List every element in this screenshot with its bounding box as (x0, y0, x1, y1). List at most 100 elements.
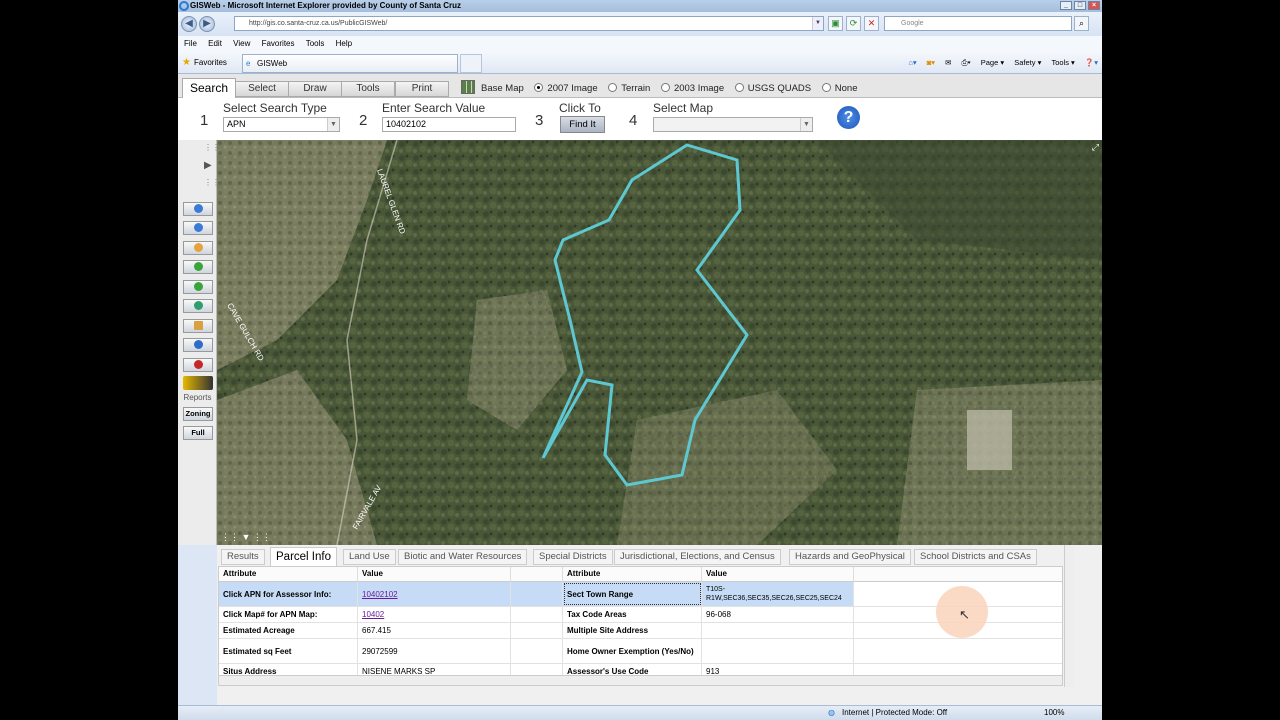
tab-school-districts[interactable]: School Districts and CSAs (914, 549, 1037, 565)
page-menu[interactable]: Page ▾ (981, 58, 1004, 67)
print-icon[interactable]: ⎙▾ (962, 58, 971, 67)
home-icon[interactable]: ⌂▾ (908, 58, 916, 67)
clear-button[interactable] (183, 358, 213, 372)
row-2-attribute-2: Tax Code Areas (563, 607, 702, 622)
arrow-right-icon (193, 282, 203, 291)
menu-file[interactable]: File (184, 39, 197, 48)
option-none: None (834, 83, 858, 94)
measure-button[interactable] (183, 319, 213, 333)
stop-icon[interactable]: ✕ (864, 16, 879, 31)
zoom-in-button[interactable] (183, 202, 213, 216)
full-extent-button[interactable] (183, 299, 213, 313)
close-icon[interactable]: × (1088, 1, 1100, 10)
info-panel: Results Parcel Info Land Use Biotic and … (217, 545, 1102, 705)
aerial-map[interactable]: LAUREL GLEN RD CAVE GULCH RD FAIRVALE AV (217, 140, 1102, 545)
mail-icon[interactable]: ✉ (945, 58, 951, 67)
search-type-select[interactable]: APN ▼ (223, 117, 340, 132)
compat-icon[interactable]: ▣ (828, 16, 843, 31)
vertical-scrollbar[interactable] (1064, 545, 1074, 687)
menu-favorites[interactable]: Favorites (262, 39, 295, 48)
menu-edit[interactable]: Edit (208, 39, 222, 48)
step-1-number: 1 (200, 112, 209, 129)
pan-right-icon[interactable]: ▶ (204, 160, 212, 171)
radio-none[interactable] (821, 83, 831, 92)
globe-icon (193, 301, 203, 310)
select-map-dropdown[interactable]: ▼ (653, 117, 813, 132)
step-1-label: Select Search Type (223, 101, 327, 115)
option-usgs-quads: USGS QUADS (747, 83, 812, 94)
search-panel: 1 Select Search Type APN ▼ 2 Enter Searc… (178, 98, 1102, 140)
hand-icon (193, 243, 203, 252)
apn-map-link[interactable]: 10402 (358, 607, 511, 622)
help-button[interactable]: ? (837, 106, 860, 129)
tab-results[interactable]: Results (221, 549, 265, 565)
radio-2007-image[interactable] (534, 83, 544, 92)
row-4-value-2 (702, 639, 854, 663)
tools-menu[interactable]: Tools ▾ (1051, 58, 1074, 67)
tab-draw[interactable]: Draw (288, 81, 342, 97)
new-tab-button[interactable] (460, 54, 482, 73)
tab-land-use[interactable]: Land Use (343, 549, 396, 565)
tab-jurisdictional[interactable]: Jurisdictional, Elections, and Census (614, 549, 781, 565)
expand-icon[interactable]: ⤢ (1092, 142, 1099, 153)
address-dropdown-icon[interactable]: ▼ (812, 17, 823, 30)
tab-search[interactable]: Search (182, 78, 236, 98)
tab-parcel-info[interactable]: Parcel Info (270, 547, 337, 566)
ruler-icon (193, 321, 203, 330)
menu-view[interactable]: View (233, 39, 250, 48)
tab-select[interactable]: Select (235, 81, 289, 97)
step-4-label: Select Map (653, 101, 714, 115)
ie-icon (179, 1, 189, 11)
search-icon[interactable]: ⌕ (1074, 16, 1089, 31)
tab-special-districts[interactable]: Special Districts (533, 549, 613, 565)
search-input[interactable]: Google (884, 16, 1072, 31)
reports-label: Reports (183, 393, 212, 402)
command-bar: ⌂▾ ◙▾ ✉ ⎙▾ Page ▾ Safety ▾ Tools ▾ ❓▾ (900, 52, 1098, 74)
radio-terrain[interactable] (608, 83, 618, 92)
zoning-button[interactable]: Zoning (183, 407, 213, 421)
safety-menu[interactable]: Safety ▾ (1014, 58, 1041, 67)
maximize-button[interactable]: □ (1074, 1, 1086, 10)
find-it-button[interactable]: Find It (560, 116, 605, 133)
tab-tools[interactable]: Tools (341, 81, 395, 97)
title-bar: GISWeb - Microsoft Internet Explorer pro… (178, 0, 1102, 12)
horizontal-scrollbar[interactable] (219, 675, 1062, 685)
menu-tools[interactable]: Tools (306, 39, 325, 48)
favorites-button[interactable]: Favorites (194, 52, 227, 74)
zoom-level[interactable]: 100% (1044, 706, 1064, 720)
browser-tab[interactable]: e GISWeb (242, 54, 458, 73)
search-type-value: APN (227, 119, 246, 129)
app-toolbar: Search Select Draw Tools Print Base Map … (178, 74, 1102, 98)
feeds-icon[interactable]: ◙▾ (927, 58, 935, 67)
row-1-blank (511, 582, 563, 606)
header-blank (511, 567, 563, 582)
radio-usgs-quads[interactable] (734, 83, 744, 92)
reports-icon[interactable] (183, 376, 213, 390)
previous-extent-button[interactable] (183, 260, 213, 274)
forward-button[interactable]: ▶ (199, 16, 215, 32)
chevron-down-icon: ▼ (327, 118, 339, 131)
apn-link[interactable]: 10402102 (358, 582, 511, 606)
minimize-button[interactable]: _ (1060, 1, 1072, 10)
identify-button[interactable] (183, 338, 213, 352)
help-icon[interactable]: ❓▾ (1085, 58, 1098, 67)
tab-hazards[interactable]: Hazards and GeoPhysical (789, 549, 911, 565)
tab-print[interactable]: Print (395, 81, 449, 97)
next-extent-button[interactable] (183, 280, 213, 294)
table-row: Estimated Acreage 667.415 Multiple Site … (219, 623, 1062, 639)
cursor-icon: ↖ (959, 607, 970, 622)
menu-help[interactable]: Help (336, 39, 352, 48)
zoom-out-button[interactable] (183, 221, 213, 235)
pan-button[interactable] (183, 241, 213, 255)
full-button[interactable]: Full (183, 426, 213, 440)
address-bar[interactable]: http://gis.co.santa-cruz.ca.us/PublicGIS… (234, 16, 824, 31)
status-bar: ◍ Internet | Protected Mode: Off 100% (178, 705, 1102, 720)
tab-biotic-water[interactable]: Biotic and Water Resources (398, 549, 528, 565)
back-button[interactable]: ◀ (181, 16, 197, 32)
refresh-icon[interactable]: ⟳ (846, 16, 861, 31)
map-view[interactable]: LAUREL GLEN RD CAVE GULCH RD FAIRVALE AV… (217, 140, 1102, 545)
radio-2003-image[interactable] (660, 83, 670, 92)
collapse-panel-icon[interactable]: ⋮⋮ ▼ ⋮⋮ (221, 532, 271, 543)
search-value-input[interactable]: 10402102 (382, 117, 516, 132)
row-4-value: 29072599 (358, 639, 511, 663)
